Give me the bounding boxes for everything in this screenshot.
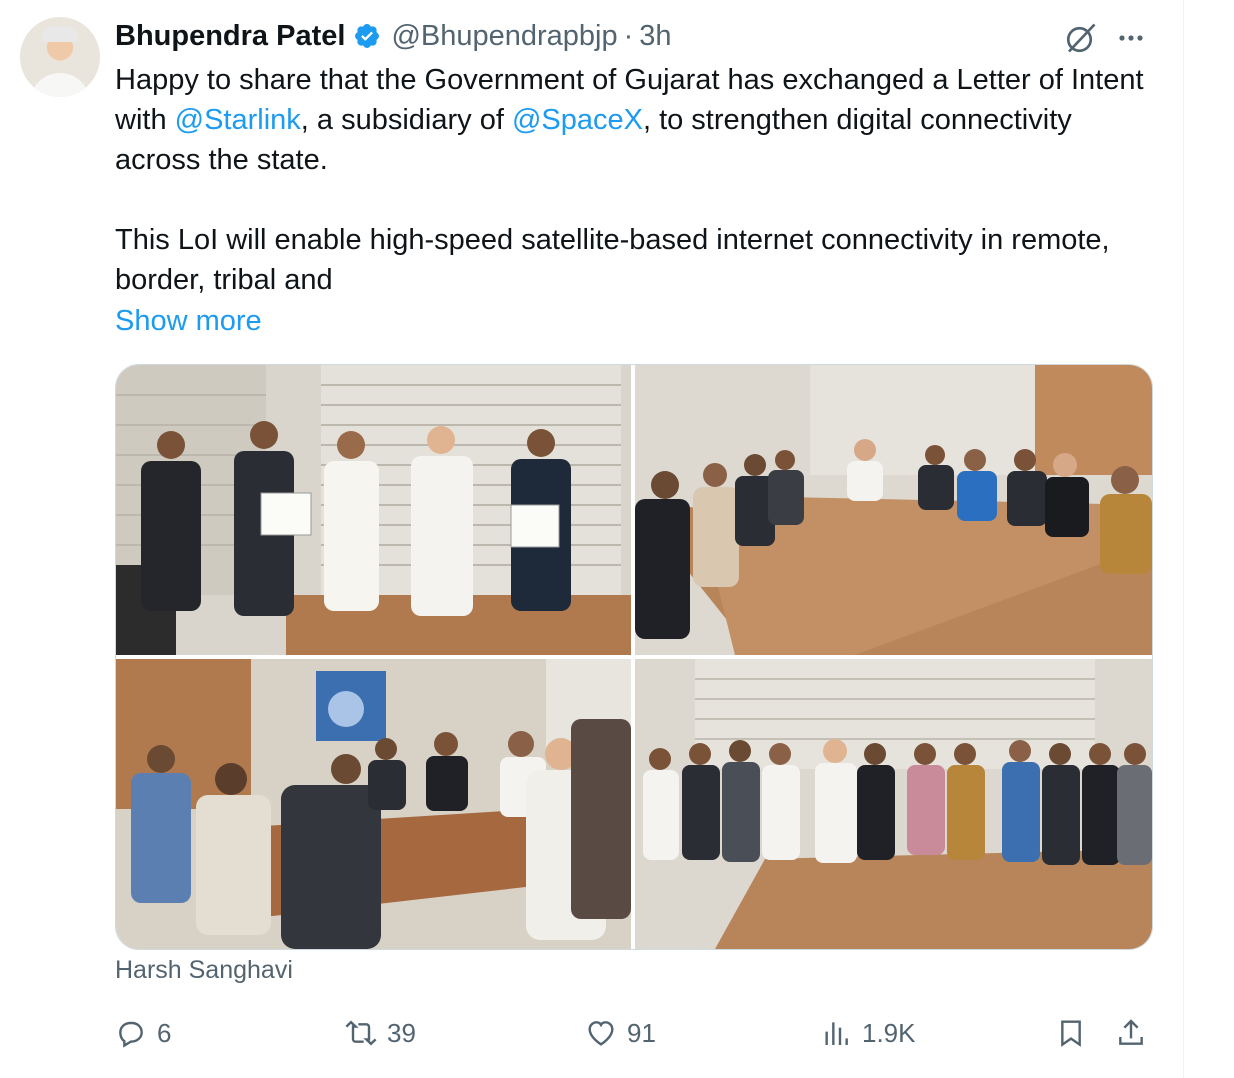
photo-3[interactable] — [116, 659, 631, 949]
reply-count: 6 — [157, 1017, 172, 1048]
reply-icon — [119, 1021, 143, 1048]
tweet-text-part: , a subsidiary of — [300, 104, 512, 136]
views-count: 1.9K — [862, 1017, 916, 1048]
grok-icon[interactable] — [1063, 20, 1099, 56]
author-handle[interactable]: @Bhupendrapbjp — [391, 20, 617, 53]
like-count: 91 — [627, 1017, 656, 1048]
share-icon — [1119, 1019, 1143, 1045]
tweet-text: Happy to share that the Government of Gu… — [115, 60, 1155, 300]
like-button[interactable]: 91 — [585, 1010, 656, 1056]
photo-1[interactable] — [116, 365, 631, 655]
media-credit[interactable]: Harsh Sanghavi — [115, 956, 293, 985]
repost-count: 39 — [387, 1017, 416, 1048]
views-button[interactable]: 1.9K — [820, 1010, 916, 1056]
avatar-shirt — [30, 73, 90, 97]
photo-2[interactable] — [635, 365, 1152, 655]
media-grid — [115, 364, 1153, 950]
like-icon — [588, 1021, 614, 1046]
mention-starlink[interactable]: @Starlink — [175, 104, 301, 136]
views-icon — [825, 1022, 848, 1045]
avatar[interactable] — [20, 17, 100, 97]
verified-badge-icon — [355, 24, 380, 48]
bookmark-icon — [1061, 1020, 1081, 1047]
show-more-link[interactable]: Show more — [115, 301, 262, 341]
photo-4[interactable] — [635, 659, 1152, 949]
tweet-time[interactable]: 3h — [639, 20, 671, 53]
author-name[interactable]: Bhupendra Patel — [115, 20, 345, 53]
repost-button[interactable]: 39 — [345, 1010, 416, 1056]
tweet-header: Bhupendra Patel @Bhupendrapbjp · 3h — [115, 16, 672, 56]
header-separator: · — [623, 19, 634, 52]
avatar-hair — [42, 26, 78, 42]
more-icon[interactable] — [1113, 23, 1149, 53]
mention-spacex[interactable]: @SpaceX — [512, 104, 643, 136]
action-bar: 6 39 91 1.9K — [115, 1010, 1155, 1056]
timeline-border — [1183, 0, 1184, 1078]
repost-icon — [345, 1020, 377, 1046]
share-button[interactable] — [1115, 1010, 1157, 1056]
bookmark-button[interactable] — [1055, 1010, 1097, 1056]
reply-button[interactable]: 6 — [115, 1010, 171, 1056]
